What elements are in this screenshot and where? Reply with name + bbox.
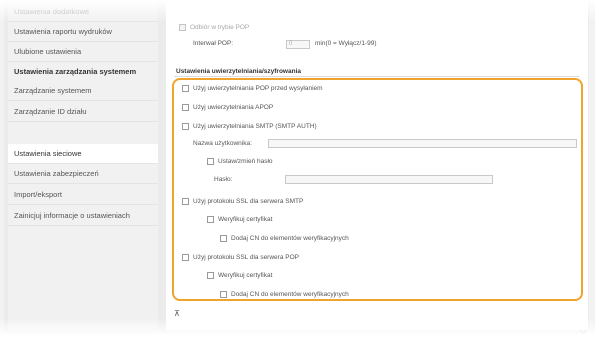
sidebar-item-system-management[interactable]: Zarządzanie systemem <box>8 81 158 101</box>
auth-section-title: Ustawienia uwierzytelniania/szyfrowania <box>176 68 301 75</box>
back-to-top-icon[interactable]: ⊼ <box>174 309 180 318</box>
sidebar-item-security-settings[interactable]: Ustawienia zabezpieczeń <box>8 164 158 184</box>
pop-interval-unit-row: min(0 = Wyłącz/1-99) <box>315 40 377 47</box>
pop-receive-checkbox[interactable] <box>179 24 186 31</box>
pop-interval-row: Interwał POP: <box>193 40 233 47</box>
sidebar-item-init-settings[interactable]: Zainicjuj informacje o ustawieniach <box>8 206 158 226</box>
sidebar-item-import-export[interactable]: Import/eksport <box>8 185 158 205</box>
pop-interval-unit: min(0 = Wyłącz/1-99) <box>315 40 377 47</box>
sidebar-item-network-settings[interactable]: Ustawienia sieciowe <box>8 144 158 164</box>
pop-interval-input[interactable]: 0 <box>286 40 310 49</box>
pop-interval-label: Interwał POP: <box>193 40 234 47</box>
pop-receive-label: Odbiór w trybie POP <box>190 24 250 31</box>
sidebar-item-print-report-settings[interactable]: Ustawienia raportu wydruków <box>8 22 158 42</box>
section-divider <box>174 76 579 77</box>
copyright-text: Copyright CANON INC. 2016 <box>505 333 570 339</box>
sidebar: Ustawienia dodatkowe Ustawienia raportu … <box>8 0 158 330</box>
sidebar-item-department-id[interactable]: Zarządzanie ID działu <box>8 102 158 122</box>
sidebar-item-additional-settings[interactable]: Ustawienia dodatkowe <box>8 2 158 22</box>
chevron-down-icon[interactable] <box>579 328 587 336</box>
highlight-frame <box>172 78 583 301</box>
sidebar-header-system-management: Ustawienia zarządzania systemem <box>14 67 137 76</box>
pop-receive-row: Odbiór w trybie POP <box>179 24 249 31</box>
sidebar-item-favorite-settings[interactable]: Ulubione ustawienia <box>8 42 158 62</box>
